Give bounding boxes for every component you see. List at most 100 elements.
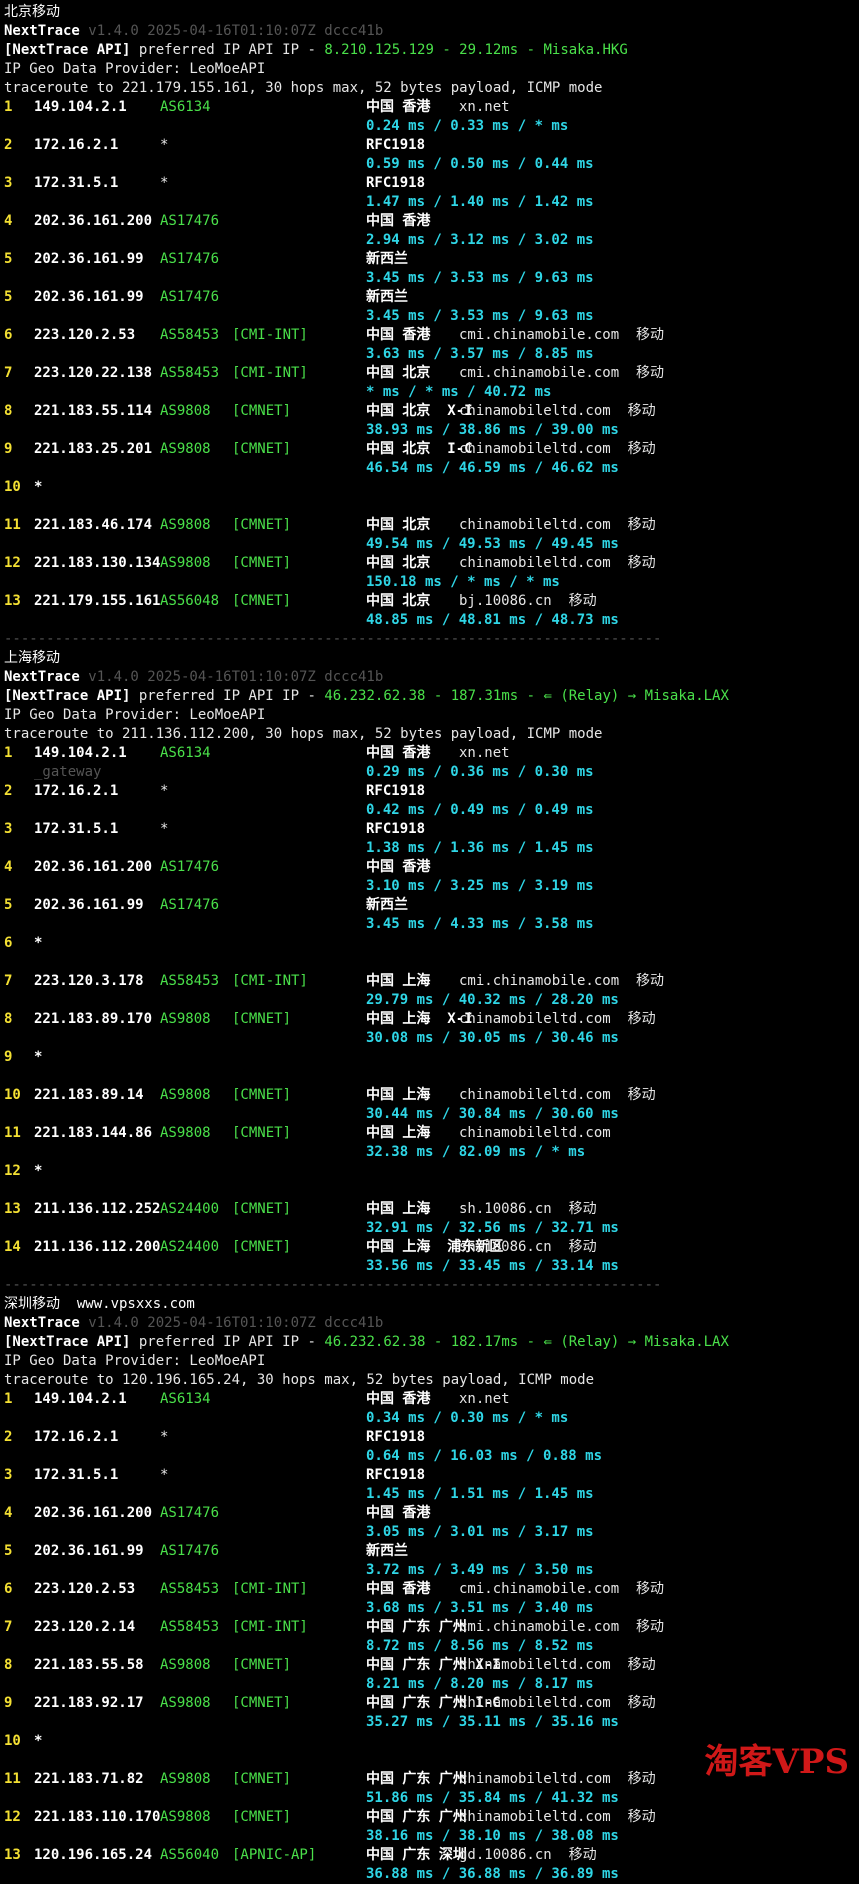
version-text: v1.4.0 2025-04-16T01:10:07Z dccc41b [80,1315,383,1331]
hop-asn: AS9808 [160,516,211,535]
hop-host: xn.net [459,98,510,117]
hop-asn: AS58453 [160,972,219,991]
hop-geo: RFC1918 [366,820,425,839]
hop-asn: AS9808 [160,1086,211,1105]
hop-asn: * [160,1428,168,1447]
hop-rtt: 32.38 ms / 82.09 ms / * ms [366,1143,585,1162]
hop-tag: [CMNET] [232,1010,291,1029]
api-ip: 8.210.125.129 - 29.12ms - [324,42,543,58]
section-title: 上海移动 [4,649,859,668]
hop-rtt: 35.27 ms / 35.11 ms / 35.16 ms [366,1713,619,1732]
hop-host: chinamobileltd.com 移动 [459,1808,656,1827]
hop-asn: AS17476 [160,896,219,915]
traceroute-line: traceroute to 211.136.112.200, 30 hops m… [4,725,859,744]
hop-tag: [CMNET] [232,440,291,459]
hop-asn: AS9808 [160,554,211,573]
hop-number: 10 [4,478,21,497]
hop-geo: 中国 香港 [366,744,430,763]
hop-rtt-row: 36.88 ms / 36.88 ms / 36.89 ms [4,1865,859,1884]
hop-asn: * [160,136,168,155]
relay-label: (Relay) → [560,688,644,704]
hop-number: 3 [4,174,12,193]
hop-host: chinamobileltd.com 移动 [459,402,656,421]
hop-number: 12 [4,1808,21,1827]
hop-ip: 221.183.144.86 [34,1124,152,1143]
hop-asn: AS6134 [160,1390,211,1409]
api-ip: 46.232.62.38 - 187.31ms - [324,688,543,704]
hop-row: 7223.120.22.138AS58453[CMI-INT]中国 北京cmi.… [4,364,859,383]
hop-host: chinamobileltd.com 移动 [459,1656,656,1675]
provider-text: IP Geo Data Provider: LeoMoeAPI [4,1353,265,1369]
hop-rtt: 2.94 ms / 3.12 ms / 3.02 ms [366,231,594,250]
hop-rtt-row: 0.24 ms / 0.33 ms / * ms [4,117,859,136]
hop-row: 10 * [4,478,859,497]
hop-ip: 149.104.2.1 [34,98,127,117]
hop-geo: 中国 北京 X-I [366,402,473,421]
hop-number: 11 [4,1770,21,1789]
hop-row: 10221.183.89.14AS9808[CMNET]中国 上海chinamo… [4,1086,859,1105]
hop-number: 13 [4,1200,21,1219]
hop-number: 12 [4,554,21,573]
hop-ip: 221.183.25.201 [34,440,152,459]
hop-geo: 中国 上海 [366,972,430,991]
hop-ip: 221.183.46.174 [34,516,152,535]
hop-row: 12221.183.130.134AS9808[CMNET]中国 北京china… [4,554,859,573]
hop-geo: 中国 香港 [366,212,430,231]
hop-rtt-row: 46.54 ms / 46.59 ms / 46.62 ms [4,459,859,478]
hop-tag: [CMNET] [232,402,291,421]
hop-rtt-row: 32.91 ms / 32.56 ms / 32.71 ms [4,1219,859,1238]
hop-number: 9 [4,440,12,459]
hop-ip: 202.36.161.200 [34,212,152,231]
section-title: 深圳移动 www.vpsxxs.com [4,1295,859,1314]
hop-rtt-row: 29.79 ms / 40.32 ms / 28.20 ms [4,991,859,1010]
hop-row: 4202.36.161.200AS17476中国 香港 [4,1504,859,1523]
hop-geo: 中国 北京 [366,516,430,535]
hop-rtt: 32.91 ms / 32.56 ms / 32.71 ms [366,1219,619,1238]
hop-number: 8 [4,1010,12,1029]
api-text: preferred IP API IP - [130,1334,324,1350]
hop-geo: 中国 香港 [366,326,430,345]
hop-rtt-row: 0.64 ms / 16.03 ms / 0.88 ms [4,1447,859,1466]
hop-ip: 202.36.161.99 [34,288,144,307]
hop-number: 6 [4,326,12,345]
hop-host: cmi.chinamobile.com 移动 [459,326,664,345]
hop-rtt-row: 3.45 ms / 4.33 ms / 3.58 ms [4,915,859,934]
hop-number: 11 [4,1124,21,1143]
hop-ip: 149.104.2.1 [34,744,127,763]
section-title-text: 上海移动 [4,650,60,666]
version-text: v1.4.0 2025-04-16T01:10:07Z dccc41b [80,23,383,39]
traceroute-line: traceroute to 221.179.155.161, 30 hops m… [4,79,859,98]
hop-rtt: 3.10 ms / 3.25 ms / 3.19 ms [366,877,594,896]
hop-ip: 202.36.161.99 [34,250,144,269]
hop-host: chinamobileltd.com 移动 [459,1086,656,1105]
hop-rtt-row: 8.21 ms / 8.20 ms / 8.17 ms [4,1675,859,1694]
hop-row: 2172.16.2.1*RFC1918 [4,136,859,155]
hop-rtt: 8.21 ms / 8.20 ms / 8.17 ms [366,1675,594,1694]
hop-ip: * [34,478,42,497]
hop-asn: AS17476 [160,858,219,877]
hop-row: 12* [4,1162,859,1181]
hop-rtt-row [4,953,859,972]
api-prefix: [NextTrace API] [4,42,130,58]
hop-rtt: 3.72 ms / 3.49 ms / 3.50 ms [366,1561,594,1580]
section-title: 北京移动 [4,3,859,22]
hop-ip: * [34,934,42,953]
hop-rtt-row: 48.85 ms / 48.81 ms / 48.73 ms [4,611,859,630]
hop-rtt: 0.29 ms / 0.36 ms / 0.30 ms [366,763,594,782]
hop-row: 8221.183.55.58AS9808[CMNET]中国 广东 广州 X-Ic… [4,1656,859,1675]
hop-tag: [CMNET] [232,1694,291,1713]
hop-asn: AS6134 [160,744,211,763]
hop-asn: AS56040 [160,1846,219,1865]
hop-number: 14 [4,1238,21,1257]
hop-row: 8221.183.55.114AS9808[CMNET]中国 北京 X-Ichi… [4,402,859,421]
hop-rtt-row: 30.08 ms / 30.05 ms / 30.46 ms [4,1029,859,1048]
hop-number: 9 [4,1048,12,1067]
hop-rtt-row: 30.44 ms / 30.84 ms / 30.60 ms [4,1105,859,1124]
hop-host: cmi.chinamobile.com 移动 [459,972,664,991]
hop-asn: AS24400 [160,1200,219,1219]
hop-asn: AS56048 [160,592,219,611]
hop-rtt-row: 35.27 ms / 35.11 ms / 35.16 ms [4,1713,859,1732]
hop-host: cmi.chinamobile.com 移动 [459,1618,664,1637]
divider-dashes: ----------------------------------------… [4,1277,661,1293]
hop-number: 8 [4,1656,12,1675]
